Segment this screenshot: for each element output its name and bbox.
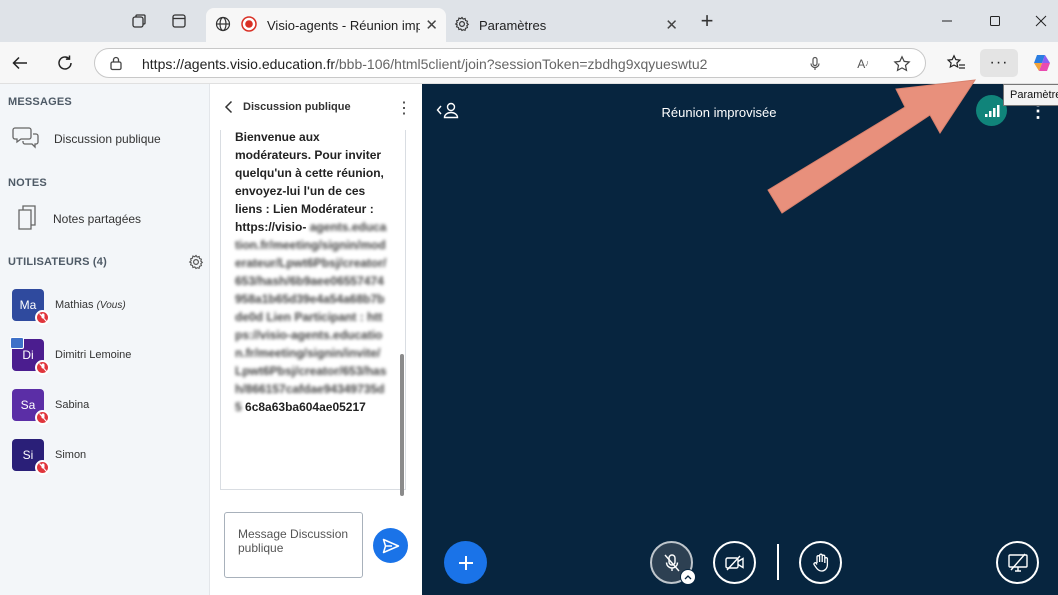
muted-mic-icon: [663, 553, 680, 571]
user-list-item[interactable]: Si Simon: [12, 439, 202, 479]
sidebar-item-shared-notes[interactable]: Notes partagées: [12, 204, 141, 234]
star-icon[interactable]: [892, 54, 912, 74]
chat-header: Discussion publique ⋮: [210, 84, 422, 130]
message-text: Bienvenue aux modérateurs. Pour inviter …: [235, 130, 384, 234]
url-bar[interactable]: https://agents.visio.education.fr/bbb-10…: [94, 48, 926, 78]
muted-mic-icon: [35, 410, 50, 425]
workspaces-icon[interactable]: [128, 10, 150, 32]
user-name: Simon: [55, 449, 87, 461]
messages-header: MESSAGES: [8, 96, 72, 108]
chat-messages[interactable]: Bienvenue aux modérateurs. Pour inviter …: [220, 130, 406, 490]
user-name: Sabina: [55, 399, 90, 411]
meeting-title: Réunion improvisée: [661, 105, 777, 120]
globe-icon: [215, 16, 231, 35]
user-name: Mathias (Vous): [55, 299, 126, 311]
new-tab-icon[interactable]: +: [696, 8, 718, 33]
meeting-area: Réunion improvisée ⋮: [422, 84, 1058, 595]
browser-tab-bar: Visio-agents - Réunion improvisée ✕ Para…: [0, 0, 1058, 42]
muted-mic-icon: [35, 310, 50, 325]
chevron-left-icon[interactable]: [224, 100, 234, 117]
tab-visio-agents[interactable]: Visio-agents - Réunion improvisée ✕: [206, 8, 446, 42]
maximize-icon[interactable]: [984, 10, 1006, 32]
sidebar-item-public-chat[interactable]: Discussion publique: [12, 124, 161, 154]
tab-title: Visio-agents - Réunion improvisée: [267, 17, 420, 33]
gear-icon[interactable]: [188, 254, 204, 270]
more-vertical-icon[interactable]: ⋮: [396, 98, 412, 118]
user-list-item[interactable]: Di Dimitri Lemoine: [10, 337, 202, 379]
tab-title: Paramètres: [479, 17, 547, 33]
public-chat-panel: Discussion publique ⋮ Bienvenue aux modé…: [210, 84, 422, 595]
screenshare-button[interactable]: [996, 541, 1039, 584]
muted-mic-icon: [35, 460, 50, 475]
message-links-blurred: agents.education.fr/meeting/signin/moder…: [235, 220, 387, 414]
screenshare-off-icon: [1007, 553, 1028, 572]
copilot-icon[interactable]: [1030, 51, 1054, 75]
url-text: https://agents.visio.education.fr/bbb-10…: [142, 56, 707, 72]
microphone-icon[interactable]: [805, 54, 825, 74]
chat-scrollbar[interactable]: [400, 354, 404, 496]
message-text-end: 6c8a63ba604ae05217: [245, 400, 366, 414]
hand-icon: [812, 553, 828, 572]
message-input[interactable]: Message Discussion publique: [224, 512, 363, 578]
close-icon[interactable]: ✕: [665, 16, 678, 34]
muted-mic-icon: [35, 360, 50, 375]
user-name-text: Mathias: [55, 299, 94, 311]
close-icon[interactable]: ✕: [425, 16, 438, 34]
share-webcam-button[interactable]: [713, 541, 756, 584]
notes-icon: [17, 204, 37, 234]
back-icon[interactable]: [8, 51, 32, 75]
user-list-item[interactable]: Sa Sabina: [12, 389, 202, 429]
notes-header: NOTES: [8, 177, 47, 189]
refresh-icon[interactable]: [53, 51, 77, 75]
app-root: Visio-agents - Réunion improvisée ✕ Para…: [0, 0, 1058, 595]
sidebar-item-label: Notes partagées: [53, 212, 142, 226]
url-path: /bbb-106/html5client/join?sessionToken=z…: [335, 56, 708, 72]
settings-more-button[interactable]: ···: [980, 49, 1018, 77]
address-toolbar: https://agents.visio.education.fr/bbb-10…: [0, 42, 1058, 84]
presenter-icon: [10, 337, 24, 349]
favorites-icon[interactable]: [944, 51, 968, 75]
url-host: https://agents.visio.education.fr: [142, 56, 335, 72]
actions-plus-button[interactable]: [444, 541, 487, 584]
chat-title: Discussion publique: [243, 101, 351, 113]
user-list-item[interactable]: Ma Mathias (Vous): [12, 289, 202, 329]
recording-icon: [241, 15, 257, 35]
settings-tooltip: Paramètres: [1003, 84, 1058, 106]
bbb-sidebar: MESSAGES Discussion publique NOTES Notes…: [0, 84, 210, 595]
raise-hand-button[interactable]: [799, 541, 842, 584]
user-name: Dimitri Lemoine: [55, 349, 132, 361]
sidebar-item-label: Discussion publique: [54, 132, 161, 146]
send-button[interactable]: [373, 528, 408, 563]
window-close-icon[interactable]: [1030, 10, 1052, 32]
chat-bubbles-icon: [12, 125, 40, 154]
tab-parametres[interactable]: Paramètres ✕: [446, 8, 686, 42]
user-self-tag: (Vous): [96, 300, 126, 311]
read-aloud-icon[interactable]: Aﾉ: [853, 54, 873, 74]
tab-actions-icon[interactable]: [168, 10, 190, 32]
toolbar-divider: [777, 544, 779, 580]
users-header: UTILISATEURS (4): [8, 256, 107, 268]
minimize-icon[interactable]: [936, 10, 958, 32]
audio-options-chevron-icon[interactable]: [680, 569, 696, 585]
lock-icon[interactable]: [109, 55, 123, 76]
gear-icon: [454, 16, 470, 35]
camera-off-icon: [724, 555, 744, 570]
chat-message: Bienvenue aux modérateurs. Pour inviter …: [235, 130, 387, 416]
